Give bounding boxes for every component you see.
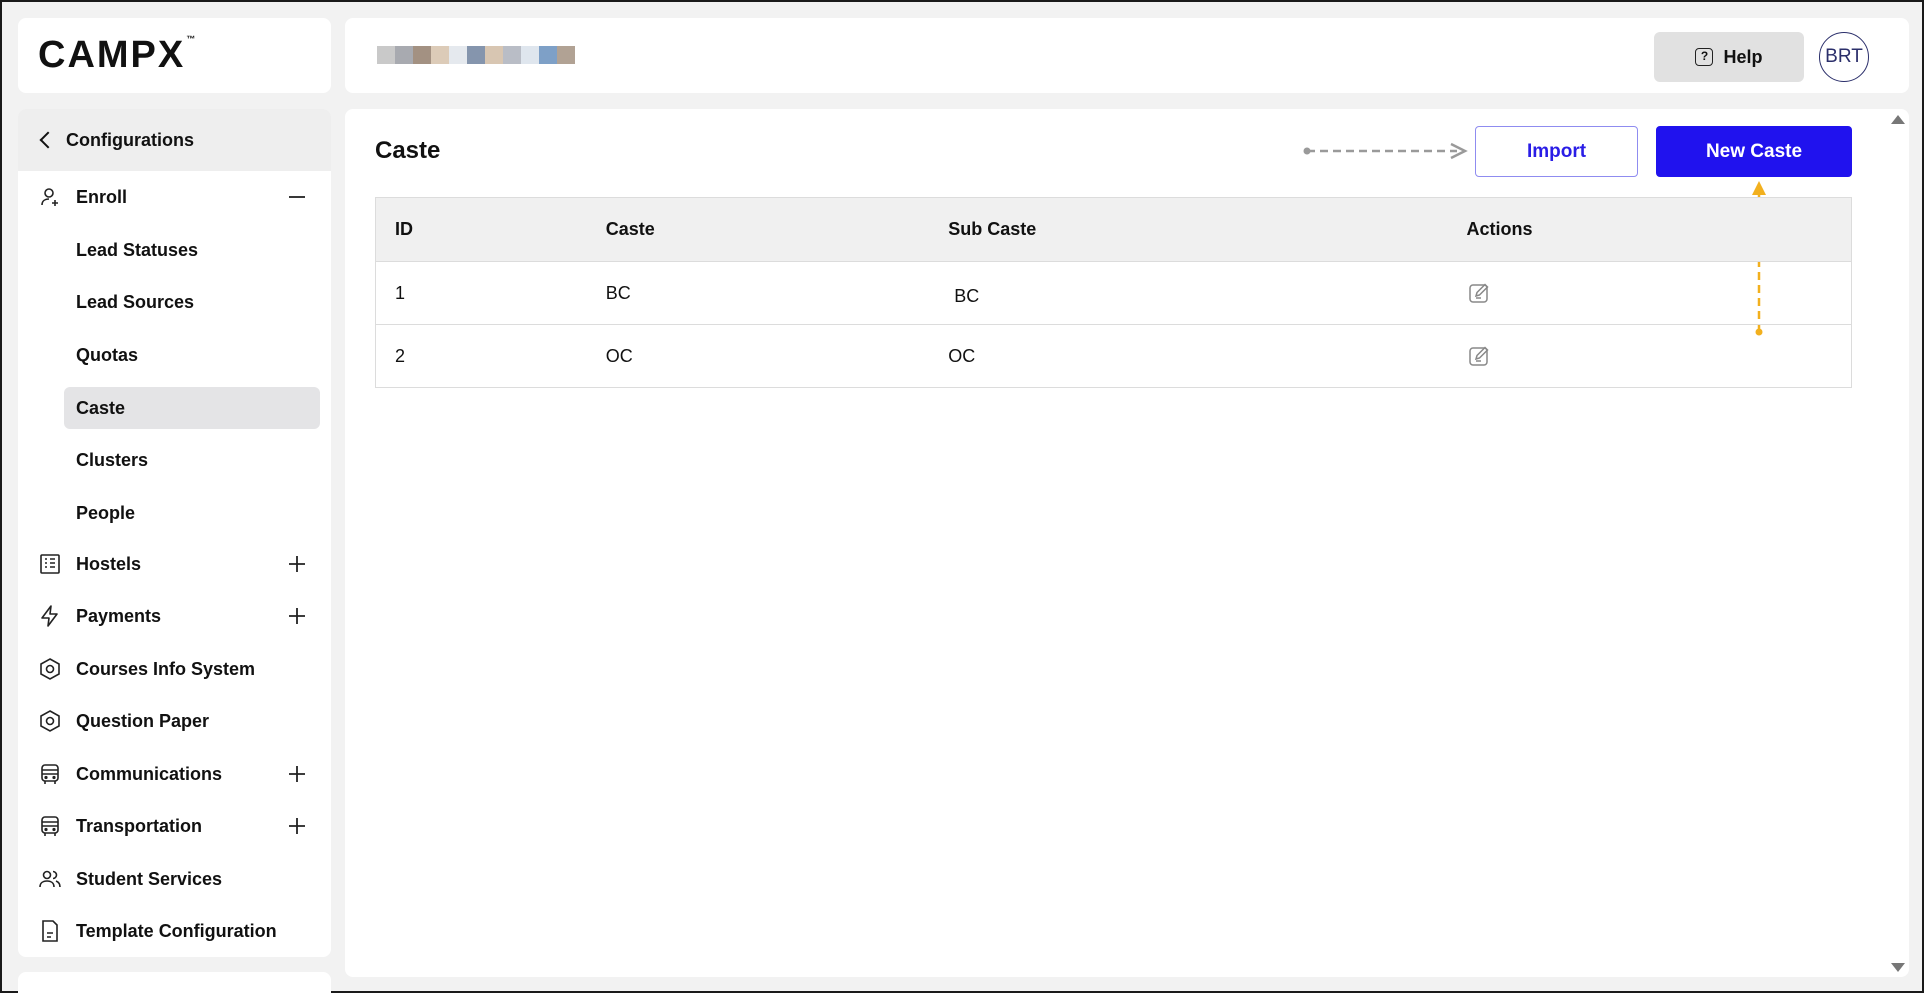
sidebar-item-label: Communications [76,763,223,784]
import-pointer-arrow [1303,142,1468,160]
chevron-left-icon [39,131,57,149]
cell-caste: OC [605,345,633,366]
sidebar-item-label: Enroll [76,186,128,207]
sidebar-item-label: Courses Info System [76,658,256,679]
plus-icon[interactable] [288,607,306,625]
hexagon-gear-icon [40,658,60,680]
import-button[interactable]: Import [1475,126,1638,177]
user-add-icon [41,188,58,206]
bus-icon [41,816,59,836]
plus-icon[interactable] [288,817,306,835]
table-header-row: ID Caste Sub Caste Actions [376,198,1851,261]
hexagon-gear-icon [40,710,60,732]
new-caste-button[interactable]: New Caste [1656,126,1852,177]
table-row[interactable]: 2 OC OC [376,324,1851,387]
sidebar-item-courses-info-system[interactable]: Courses Info System [18,647,331,691]
bus-icon [41,764,59,784]
sidebar-subitem-caste[interactable]: Caste [64,387,320,429]
logo-card: CAMPX™ [18,18,331,93]
cell-sub-caste: OC [948,345,976,366]
plus-icon[interactable] [288,765,306,783]
sidebar-item-transportation[interactable]: Transportation [18,804,331,848]
users-icon [39,870,61,888]
sidebar-subitem-clusters[interactable]: Clusters [64,439,320,481]
lightning-icon [41,605,58,627]
column-header-id[interactable]: ID [376,219,587,240]
edit-icon[interactable] [1467,344,1491,368]
sidebar-item-student-services[interactable]: Student Services [18,857,331,901]
sidebar-subitem-lead-sources[interactable]: Lead Sources [64,281,320,323]
sidebar-footer [18,972,331,993]
sidebar-item-communications[interactable]: Communications [18,752,331,796]
scroll-down-arrow[interactable] [1891,963,1905,972]
building-icon [40,554,60,574]
cell-caste: BC [605,282,631,303]
sidebar-item-question-paper[interactable]: Question Paper [18,699,331,743]
sidebar-item-hostels[interactable]: Hostels [18,542,331,586]
sidebar-subitem-lead-statuses[interactable]: Lead Statuses [64,229,320,271]
pixelated-institution-name [377,46,575,64]
column-header-caste[interactable]: Caste [587,219,930,240]
user-avatar[interactable]: BRT [1819,32,1869,82]
sidebar-item-enroll[interactable]: Enroll [18,175,331,219]
document-icon [42,920,58,942]
cell-id: 1 [395,282,406,303]
plus-icon[interactable] [288,555,306,573]
page-title: Caste [375,137,441,164]
table-row[interactable]: 1 BC BC [376,261,1851,324]
question-icon: ? [1695,48,1714,66]
edit-icon[interactable] [1467,281,1491,305]
help-label: Help [1723,46,1763,67]
cell-sub-caste: BC [954,285,980,306]
top-header: ? Help BRT [345,18,1909,93]
cell-actions [1448,344,1851,368]
sidebar-item-label: Question Paper [76,710,210,731]
caste-table: ID Caste Sub Caste Actions 1 BC BC 2 OC … [375,197,1852,388]
cell-id: 2 [395,345,406,366]
main-content: Caste Import New Caste ID Caste Sub Cast… [345,109,1909,977]
sidebar-item-label: Hostels [76,553,142,574]
minus-icon[interactable] [288,188,306,206]
back-to-configurations[interactable]: Configurations [18,109,331,171]
sidebar-subitem-quotas[interactable]: Quotas [64,334,320,376]
sidebar-item-label: Template Configuration [76,920,277,941]
sidebar-item-payments[interactable]: Payments [18,594,331,638]
campx-logo[interactable]: CAMPX™ [38,34,197,77]
column-header-actions: Actions [1466,219,1533,239]
cell-actions [1448,281,1851,305]
sidebar-item-label: Student Services [76,868,223,889]
sidebar: Configurations Enroll Lead Statuses Lead… [18,109,331,957]
sidebar-item-label: Transportation [76,815,203,836]
sidebar-item-template-configuration[interactable]: Template Configuration [18,909,331,953]
sidebar-item-label: Payments [76,605,162,626]
column-header-sub-caste[interactable]: Sub Caste [929,219,1447,240]
help-button[interactable]: ? Help [1654,32,1804,82]
scroll-up-arrow[interactable] [1891,115,1905,124]
back-label: Configurations [66,129,194,150]
sidebar-subitem-people[interactable]: People [64,492,320,534]
